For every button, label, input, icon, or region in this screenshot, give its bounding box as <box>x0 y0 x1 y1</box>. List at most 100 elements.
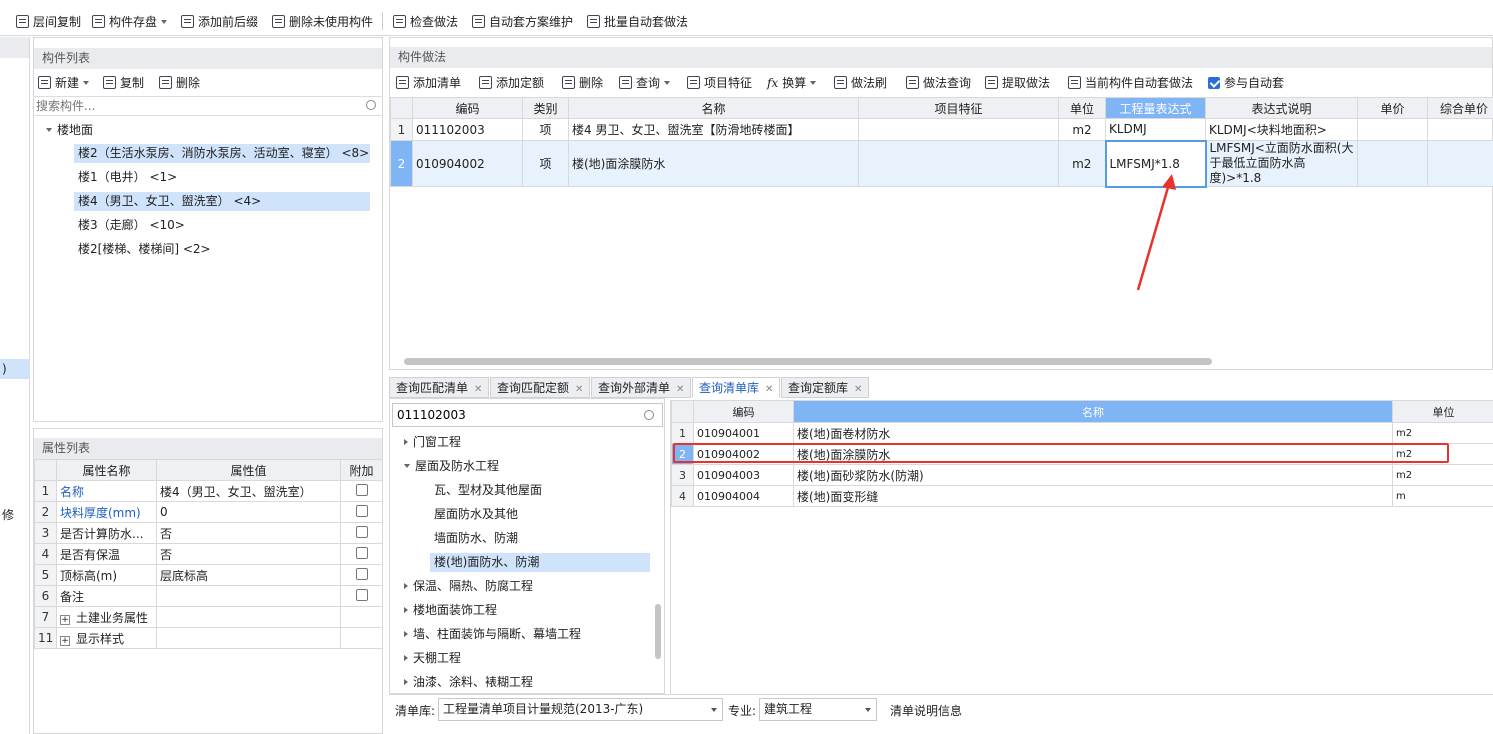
checkbox-checked-icon[interactable] <box>1208 77 1220 89</box>
library-name[interactable]: 楼(地)面变形缝 <box>793 485 1393 507</box>
expand-right-icon[interactable] <box>404 439 408 445</box>
method-type[interactable]: 项 <box>522 118 569 141</box>
check-method-button[interactable]: 检查做法 <box>393 12 458 32</box>
property-value[interactable]: 楼4（男卫、女卫、盥洗室） <box>156 480 341 502</box>
component-search-input[interactable] <box>34 97 354 115</box>
property-value[interactable] <box>156 627 341 649</box>
library-tree-item[interactable]: 墙面防水、防潮 <box>430 529 518 548</box>
item-feature-button[interactable]: 项目特征 <box>687 73 752 93</box>
new-component-button[interactable]: 新建 <box>38 73 90 93</box>
property-value[interactable] <box>156 585 341 607</box>
method-type[interactable]: 项 <box>522 140 569 187</box>
copy-component-button[interactable]: 复制 <box>103 73 144 93</box>
property-row[interactable]: 3 是否计算防水... 否 <box>34 522 383 544</box>
major-select[interactable]: 建筑工程 <box>759 698 877 721</box>
method-query-button[interactable]: 做法查询 <box>906 73 971 93</box>
library-tree-item[interactable]: 瓦、型材及其他屋面 <box>430 481 542 500</box>
library-name[interactable]: 楼(地)面砂浆防水(防潮) <box>793 464 1393 486</box>
expand-right-icon[interactable] <box>404 655 408 661</box>
library-name[interactable]: 楼(地)面卷材防水 <box>793 422 1393 444</box>
property-row[interactable]: 5 顶标高(m) 层底标高 <box>34 564 383 586</box>
close-icon[interactable]: ✕ <box>854 384 862 395</box>
library-tree-item[interactable]: 屋面防水及其他 <box>430 505 518 524</box>
current-auto-button[interactable]: 当前构件自动套做法 <box>1068 73 1193 93</box>
method-expr[interactable]: KLDMJ <box>1105 118 1206 141</box>
property-row[interactable]: 4 是否有保温 否 <box>34 543 383 565</box>
component-save-button[interactable]: 构件存盘 <box>92 12 168 32</box>
method-price[interactable] <box>1357 118 1428 141</box>
library-unit[interactable]: m2 <box>1392 464 1493 486</box>
component-item[interactable]: 楼2[楼梯、楼梯间] <2> <box>74 240 211 259</box>
expand-plus-icon[interactable]: + <box>60 635 70 646</box>
batch-auto-button[interactable]: 批量自动套做法 <box>587 12 688 32</box>
library-tree-item[interactable]: 屋面及防水工程 <box>404 457 499 476</box>
method-feature[interactable] <box>858 118 1059 141</box>
method-unit[interactable]: m2 <box>1058 140 1106 187</box>
method-unit[interactable]: m2 <box>1058 118 1106 141</box>
component-item[interactable]: 楼1（电井） <1> <box>74 168 177 187</box>
library-tree-item[interactable]: 天棚工程 <box>404 649 461 668</box>
library-select[interactable]: 工程量清单项目计量规范(2013-广东) <box>438 698 723 721</box>
checkbox-icon[interactable] <box>355 567 368 580</box>
method-name[interactable]: 楼4 男卫、女卫、盥洗室【防滑地砖楼面】 <box>568 118 859 141</box>
checkbox-icon[interactable] <box>355 525 368 538</box>
method-row-selected[interactable]: 2 010904002 项 楼(地)面涂膜防水 m2 LMFSMJ*1.8 LM… <box>390 139 1493 188</box>
auto-scheme-button[interactable]: 自动套方案维护 <box>472 12 573 32</box>
expand-down-icon[interactable] <box>404 464 410 468</box>
close-icon[interactable]: ✕ <box>765 384 773 395</box>
expand-right-icon[interactable] <box>404 679 408 685</box>
query-button[interactable]: 查询 <box>619 73 671 93</box>
tab-list-library[interactable]: 查询清单库 ✕ <box>692 377 781 398</box>
extract-method-button[interactable]: 提取做法 <box>985 73 1050 93</box>
checkbox-icon[interactable] <box>355 504 368 517</box>
expand-right-icon[interactable] <box>404 631 408 637</box>
library-tree-item[interactable]: 保温、隔热、防腐工程 <box>404 577 533 596</box>
tab-quota-library[interactable]: 查询定额库 ✕ <box>781 377 870 398</box>
search-icon[interactable] <box>644 410 654 420</box>
component-item-selected[interactable]: 楼4（男卫、女卫、盥洗室） <4> <box>74 192 370 211</box>
method-total-price[interactable] <box>1427 140 1493 187</box>
property-value[interactable]: 层底标高 <box>156 564 341 586</box>
library-code[interactable]: 010904003 <box>693 464 794 486</box>
join-auto-toggle[interactable]: 参与自动套 <box>1208 73 1284 93</box>
method-expr-desc[interactable]: KLDMJ<块料地面积> <box>1205 118 1358 141</box>
library-tree-item[interactable]: 墙、柱面装饰与隔断、幕墙工程 <box>404 625 581 644</box>
method-expr-desc[interactable]: LMFSMJ<立面防水面积(大于最低立面防水高度)>*1.8 <box>1205 140 1358 187</box>
library-search-input[interactable] <box>393 404 633 426</box>
method-feature[interactable] <box>858 140 1059 187</box>
close-icon[interactable]: ✕ <box>575 384 583 395</box>
method-total-price[interactable] <box>1427 118 1493 141</box>
library-row[interactable]: 1 010904001 楼(地)面卷材防水 m2 <box>671 422 1493 444</box>
delete-method-button[interactable]: 删除 <box>562 73 603 93</box>
property-row[interactable]: 6 备注 <box>34 585 383 607</box>
expand-right-icon[interactable] <box>404 607 408 613</box>
library-tree-item[interactable]: 油漆、涂料、裱糊工程 <box>404 673 533 692</box>
method-brush-button[interactable]: 做法刷 <box>834 73 887 93</box>
checkbox-icon[interactable] <box>355 588 368 601</box>
checkbox-icon[interactable] <box>355 546 368 559</box>
method-row[interactable]: 1 011102003 项 楼4 男卫、女卫、盥洗室【防滑地砖楼面】 m2 KL… <box>390 118 1493 141</box>
delete-component-button[interactable]: 删除 <box>159 73 200 93</box>
method-code[interactable]: 011102003 <box>412 118 523 141</box>
left-strip-selected[interactable]: ) <box>0 359 30 379</box>
vertical-scrollbar[interactable] <box>655 604 661 659</box>
convert-button[interactable]: fx 换算 <box>767 73 817 93</box>
component-item[interactable]: 楼2（生活水泵房、消防水泵房、活动室、寝室） <8> <box>74 144 370 163</box>
property-value[interactable]: 否 <box>156 522 341 544</box>
tab-match-list[interactable]: 查询匹配清单 ✕ <box>389 377 490 398</box>
property-row[interactable]: 2 块料厚度(mm) 0 <box>34 501 383 523</box>
library-row[interactable]: 4 010904004 楼(地)面变形缝 m <box>671 485 1493 507</box>
tab-match-quota[interactable]: 查询匹配定额 ✕ <box>490 377 591 398</box>
component-item[interactable]: 楼3（走廊） <10> <box>74 216 185 235</box>
horizontal-scrollbar[interactable] <box>404 358 1212 365</box>
add-prefix-suffix-button[interactable]: 添加前后缀 <box>181 12 258 32</box>
delete-unused-button[interactable]: 删除未使用构件 <box>272 12 373 32</box>
property-row[interactable]: 1 名称 楼4（男卫、女卫、盥洗室） <box>34 480 383 502</box>
method-code[interactable]: 010904002 <box>412 140 523 187</box>
expand-plus-icon[interactable]: + <box>60 614 70 625</box>
close-icon[interactable]: ✕ <box>474 384 482 395</box>
property-value[interactable]: 0 <box>156 501 341 523</box>
library-tree-item[interactable]: 门窗工程 <box>404 433 461 452</box>
tab-external-list[interactable]: 查询外部清单 ✕ <box>591 377 692 398</box>
property-row[interactable]: 11 + 显示样式 <box>34 627 383 649</box>
